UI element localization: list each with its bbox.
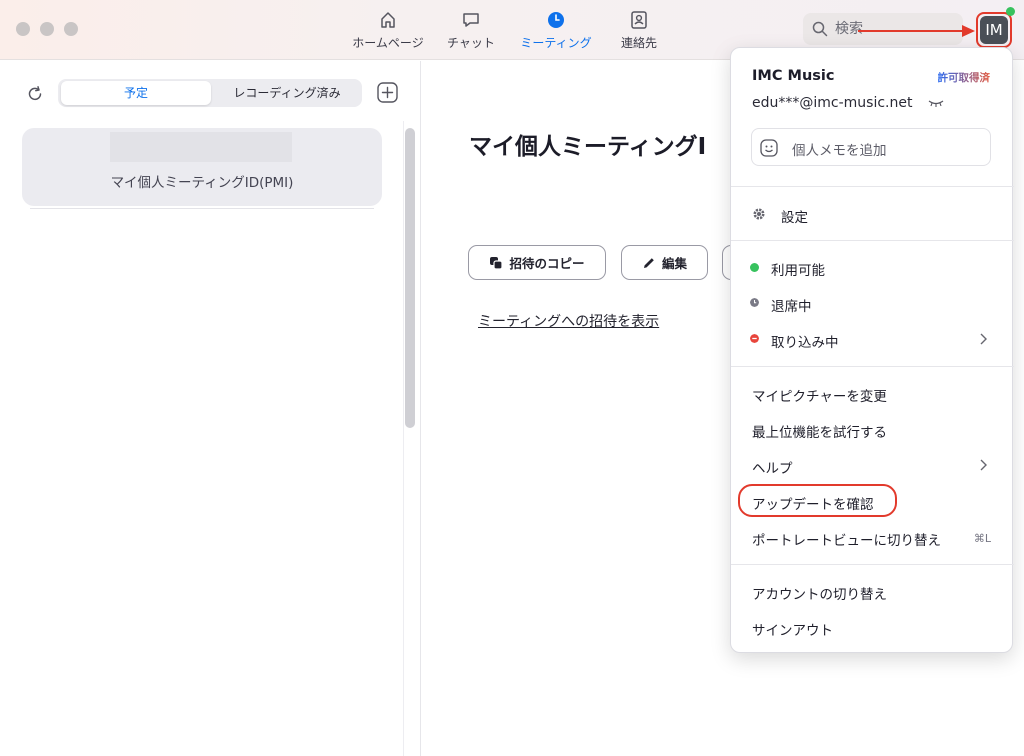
meeting-filter-segmented: 予定 レコーディング済み bbox=[58, 79, 362, 107]
hide-email-icon[interactable] bbox=[928, 98, 944, 108]
portrait-shortcut: ⌘L bbox=[973, 532, 991, 545]
divider bbox=[731, 186, 1014, 187]
zoom-window-button[interactable] bbox=[64, 22, 78, 36]
segment-upcoming[interactable]: 予定 bbox=[61, 81, 211, 105]
segment-recorded[interactable]: レコーディング済み bbox=[214, 81, 360, 105]
tab-contacts[interactable]: 連絡先 bbox=[614, 10, 664, 54]
chat-icon bbox=[463, 13, 479, 27]
menu-item-help[interactable]: ヘルプ bbox=[752, 457, 793, 477]
tab-meetings-label: ミーティング bbox=[520, 36, 592, 50]
search-icon bbox=[812, 21, 828, 37]
add-meeting-icon[interactable] bbox=[377, 82, 398, 103]
divider bbox=[731, 240, 1014, 241]
tab-home-label: ホームページ bbox=[352, 36, 424, 50]
license-badge: 許可取得済 bbox=[937, 72, 991, 84]
menu-item-settings[interactable]: 設定 bbox=[781, 206, 808, 226]
do-not-disturb-icon bbox=[750, 334, 759, 343]
refresh-icon[interactable] bbox=[26, 85, 44, 103]
minimize-window-button[interactable] bbox=[40, 22, 54, 36]
close-window-button[interactable] bbox=[16, 22, 30, 36]
menu-item-available[interactable]: 利用可能 bbox=[771, 259, 825, 279]
menu-item-try-premium[interactable]: 最上位機能を試行する bbox=[752, 421, 887, 441]
presence-dot bbox=[1006, 7, 1015, 16]
personal-note-placeholder: 個人メモを追加 bbox=[792, 143, 887, 159]
divider bbox=[30, 208, 374, 209]
clock-icon bbox=[548, 12, 564, 28]
chevron-right-icon bbox=[980, 333, 987, 345]
copy-invitation-label: 招待のコピー bbox=[509, 256, 585, 271]
edit-label: 編集 bbox=[661, 256, 687, 271]
profile-menu: IMC Music 許可取得済 edu***@imc-music.net 個人メ… bbox=[730, 47, 1014, 653]
avatar: IM bbox=[980, 16, 1008, 44]
scrollbar-thumb[interactable] bbox=[405, 128, 415, 428]
divider bbox=[731, 564, 1014, 565]
chevron-right-icon bbox=[980, 459, 987, 471]
smiley-icon bbox=[760, 139, 778, 157]
status-available-dot bbox=[750, 263, 759, 272]
contacts-icon bbox=[631, 11, 647, 29]
redacted-meeting-id bbox=[110, 132, 292, 162]
divider bbox=[731, 366, 1014, 367]
show-invitation-link[interactable]: ミーティングへの招待を表示 bbox=[478, 311, 659, 331]
personal-note-field[interactable]: 個人メモを追加 bbox=[751, 128, 991, 166]
annotation-arrow bbox=[858, 25, 975, 37]
edit-button[interactable]: 編集 bbox=[621, 245, 708, 280]
account-email: edu***@imc-music.net bbox=[752, 95, 913, 111]
tab-meetings[interactable]: ミーティング bbox=[516, 10, 596, 54]
tab-chat[interactable]: チャット bbox=[440, 10, 502, 54]
meeting-title: マイ個人ミーティングI bbox=[469, 134, 707, 160]
home-icon bbox=[381, 12, 395, 28]
avatar-button[interactable]: IM bbox=[976, 12, 1012, 48]
meetings-sidebar: 予定 レコーディング済み マイ個人ミーティングID(PMI) bbox=[0, 61, 421, 756]
menu-item-sign-out[interactable]: サインアウト bbox=[752, 619, 833, 639]
tab-contacts-label: 連絡先 bbox=[620, 36, 657, 50]
menu-item-change-picture[interactable]: マイピクチャーを変更 bbox=[752, 385, 887, 405]
copy-icon bbox=[490, 256, 504, 270]
account-name: IMC Music bbox=[752, 68, 835, 84]
gear-icon bbox=[753, 208, 765, 220]
pmi-list-item[interactable]: マイ個人ミーティングID(PMI) bbox=[22, 128, 382, 206]
pencil-icon bbox=[643, 257, 654, 268]
menu-item-check-updates[interactable]: アップデートを確認 bbox=[752, 493, 874, 513]
clock-status-icon bbox=[750, 298, 759, 307]
pmi-label: マイ個人ミーティングID(PMI) bbox=[110, 175, 294, 191]
scroll-track bbox=[403, 121, 404, 756]
menu-item-portrait-view[interactable]: ポートレートビューに切り替え bbox=[752, 529, 941, 549]
tab-chat-label: チャット bbox=[447, 36, 495, 50]
copy-invitation-button[interactable]: 招待のコピー bbox=[468, 245, 606, 280]
menu-item-away[interactable]: 退席中 bbox=[771, 295, 812, 315]
menu-item-busy[interactable]: 取り込み中 bbox=[771, 331, 839, 351]
tab-home[interactable]: ホームページ bbox=[352, 10, 424, 54]
menu-item-switch-account[interactable]: アカウントの切り替え bbox=[752, 583, 887, 603]
